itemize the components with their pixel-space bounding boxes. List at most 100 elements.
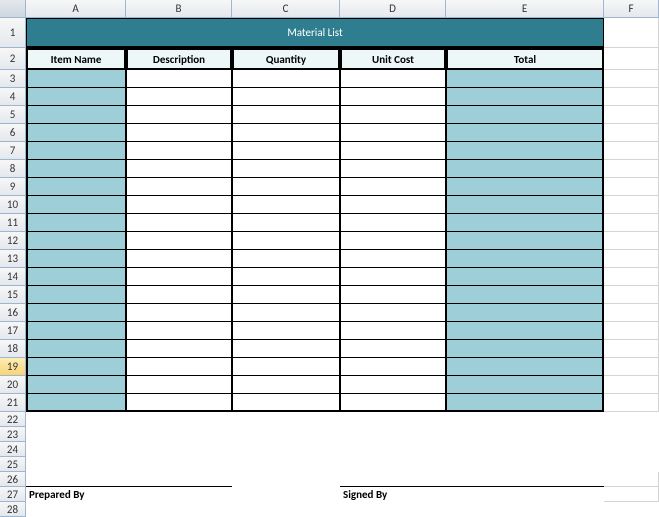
cell-F11[interactable]	[604, 214, 659, 232]
cell-cost-13[interactable]	[340, 250, 446, 268]
cell-cost-17[interactable]	[340, 322, 446, 340]
cell-qty-18[interactable]	[232, 340, 340, 358]
cell-item-20[interactable]	[26, 376, 126, 394]
cell-desc-14[interactable]	[126, 268, 232, 286]
cell-total-21[interactable]	[446, 394, 604, 412]
row-header-14[interactable]: 14	[0, 268, 26, 286]
cell-cost-12[interactable]	[340, 232, 446, 250]
select-all-corner[interactable]	[0, 0, 26, 18]
cell-total-4[interactable]	[446, 88, 604, 106]
cell-qty-9[interactable]	[232, 178, 340, 196]
cell-total-18[interactable]	[446, 340, 604, 358]
cell-cost-20[interactable]	[340, 376, 446, 394]
row-header-19[interactable]: 19	[0, 358, 26, 376]
cell-blank-25-2[interactable]	[232, 457, 340, 472]
cell-28-5[interactable]	[604, 502, 659, 517]
row-header-12[interactable]: 12	[0, 232, 26, 250]
cell-item-14[interactable]	[26, 268, 126, 286]
cell-item-4[interactable]	[26, 88, 126, 106]
cell-total-20[interactable]	[446, 376, 604, 394]
cell-28-1[interactable]	[126, 502, 232, 517]
cell-desc-18[interactable]	[126, 340, 232, 358]
cell-qty-8[interactable]	[232, 160, 340, 178]
title-cell[interactable]: Material List	[26, 18, 604, 48]
col-header-E[interactable]: E	[446, 0, 604, 18]
row-header-8[interactable]: 8	[0, 160, 26, 178]
cell-blank-22-1[interactable]	[126, 412, 232, 427]
cell-cost-14[interactable]	[340, 268, 446, 286]
cell-item-18[interactable]	[26, 340, 126, 358]
cell-item-21[interactable]	[26, 394, 126, 412]
cell-blank-23-3[interactable]	[340, 427, 446, 442]
header-quantity[interactable]: Quantity	[232, 48, 340, 70]
header-unit_cost[interactable]: Unit Cost	[340, 48, 446, 70]
cell-blank-24-3[interactable]	[340, 442, 446, 457]
cell-qty-7[interactable]	[232, 142, 340, 160]
header-description[interactable]: Description	[126, 48, 232, 70]
cell-total-15[interactable]	[446, 286, 604, 304]
cell-cost-10[interactable]	[340, 196, 446, 214]
cell-C27[interactable]	[232, 487, 340, 502]
cell-F2[interactable]	[604, 48, 659, 70]
cell-F7[interactable]	[604, 142, 659, 160]
cell-desc-6[interactable]	[126, 124, 232, 142]
cell-blank-23-1[interactable]	[126, 427, 232, 442]
cell-F26[interactable]	[604, 472, 659, 487]
prepared-by-line[interactable]	[26, 472, 232, 487]
cell-item-6[interactable]	[26, 124, 126, 142]
cell-total-12[interactable]	[446, 232, 604, 250]
cell-28-4[interactable]	[446, 502, 604, 517]
cell-item-9[interactable]	[26, 178, 126, 196]
cell-F14[interactable]	[604, 268, 659, 286]
cell-qty-15[interactable]	[232, 286, 340, 304]
cell-total-11[interactable]	[446, 214, 604, 232]
cell-qty-10[interactable]	[232, 196, 340, 214]
cell-blank-25-1[interactable]	[126, 457, 232, 472]
cell-item-12[interactable]	[26, 232, 126, 250]
cell-blank-25-4[interactable]	[446, 457, 604, 472]
cell-blank-22-4[interactable]	[446, 412, 604, 427]
cell-blank-22-3[interactable]	[340, 412, 446, 427]
cell-cost-19[interactable]	[340, 358, 446, 376]
row-header-4[interactable]: 4	[0, 88, 26, 106]
cell-total-3[interactable]	[446, 70, 604, 88]
cell-cost-3[interactable]	[340, 70, 446, 88]
cell-F1[interactable]	[604, 18, 659, 48]
row-header-13[interactable]: 13	[0, 250, 26, 268]
row-header-21[interactable]: 21	[0, 394, 26, 412]
cell-F9[interactable]	[604, 178, 659, 196]
row-header-28[interactable]: 28	[0, 502, 26, 517]
row-header-25[interactable]: 25	[0, 457, 26, 472]
cell-total-10[interactable]	[446, 196, 604, 214]
cell-blank-24-5[interactable]	[604, 442, 659, 457]
cell-total-16[interactable]	[446, 304, 604, 322]
cell-F17[interactable]	[604, 322, 659, 340]
row-header-10[interactable]: 10	[0, 196, 26, 214]
cell-F8[interactable]	[604, 160, 659, 178]
cell-qty-20[interactable]	[232, 376, 340, 394]
cell-total-8[interactable]	[446, 160, 604, 178]
cell-cost-4[interactable]	[340, 88, 446, 106]
cell-item-10[interactable]	[26, 196, 126, 214]
cell-item-15[interactable]	[26, 286, 126, 304]
cell-cost-11[interactable]	[340, 214, 446, 232]
header-item_name[interactable]: Item Name	[26, 48, 126, 70]
cell-28-2[interactable]	[232, 502, 340, 517]
cell-total-5[interactable]	[446, 106, 604, 124]
cell-cost-18[interactable]	[340, 340, 446, 358]
row-header-16[interactable]: 16	[0, 304, 26, 322]
cell-item-13[interactable]	[26, 250, 126, 268]
row-header-9[interactable]: 9	[0, 178, 26, 196]
cell-item-11[interactable]	[26, 214, 126, 232]
cell-F21[interactable]	[604, 394, 659, 412]
cell-desc-3[interactable]	[126, 70, 232, 88]
cell-total-19[interactable]	[446, 358, 604, 376]
header-total[interactable]: Total	[446, 48, 604, 70]
cell-F20[interactable]	[604, 376, 659, 394]
cell-item-7[interactable]	[26, 142, 126, 160]
cell-desc-11[interactable]	[126, 214, 232, 232]
cell-desc-9[interactable]	[126, 178, 232, 196]
cell-desc-7[interactable]	[126, 142, 232, 160]
cell-total-14[interactable]	[446, 268, 604, 286]
cell-qty-3[interactable]	[232, 70, 340, 88]
